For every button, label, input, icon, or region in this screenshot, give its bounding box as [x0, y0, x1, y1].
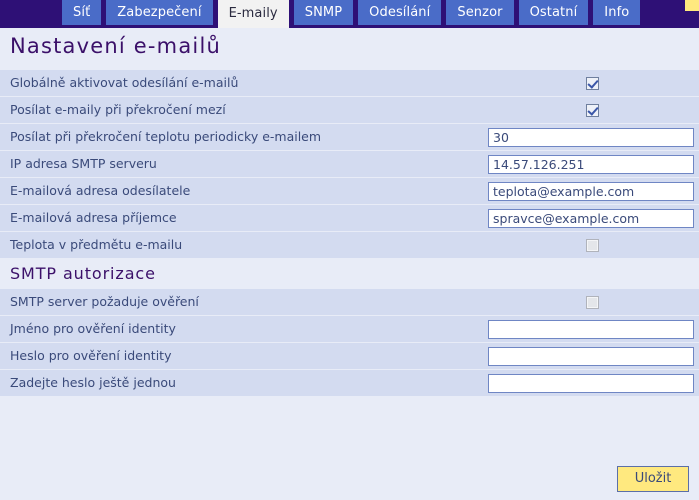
- email-settings-form: Globálně aktivovat odesílání e-mailů Posí…: [0, 70, 699, 397]
- form-row: Posílat e-maily při překročení mezí: [0, 97, 699, 123]
- row-label: Zadejte heslo ještě jednou: [10, 375, 176, 390]
- row-control: [488, 370, 694, 396]
- smtp-rows: SMTP server požaduje ověření Jméno pro ov…: [0, 289, 699, 396]
- text-input[interactable]: [488, 319, 694, 339]
- tab-list: Síť Zabezpečení E-maily SNMP Odesílání Senzor…: [62, 0, 645, 28]
- tab-info[interactable]: Info: [593, 0, 641, 25]
- row-control: [0, 70, 699, 96]
- checkbox[interactable]: [586, 103, 599, 117]
- row-label: Jméno pro ověření identity: [10, 321, 176, 336]
- text-input[interactable]: [488, 181, 694, 201]
- form-row: SMTP server požaduje ověření: [0, 289, 699, 315]
- row-control: [0, 97, 699, 123]
- text-input[interactable]: [488, 154, 694, 174]
- row-label: E-mailová adresa odesílatele: [10, 183, 191, 198]
- form-row: Heslo pro ověření identity: [0, 343, 699, 369]
- row-control: [488, 343, 694, 369]
- tab-odes-l-n-[interactable]: Odesílání: [358, 0, 442, 25]
- row-control: [488, 151, 694, 177]
- text-input[interactable]: [488, 208, 694, 228]
- row-control: [0, 232, 699, 258]
- tab-e-maily[interactable]: E-maily: [217, 0, 289, 28]
- row-control: [488, 316, 694, 342]
- smtp-section-header: SMTP autorizace: [0, 259, 699, 289]
- row-label: Heslo pro ověření identity: [10, 348, 172, 363]
- tab-snmp[interactable]: SNMP: [293, 0, 354, 25]
- smtp-section-title: SMTP autorizace: [10, 264, 156, 283]
- tab-senzor[interactable]: Senzor: [446, 0, 514, 25]
- row-control: [488, 205, 694, 231]
- row-label: E-mailová adresa příjemce: [10, 210, 177, 225]
- form-row: Posílat při překročení teplotu periodick…: [0, 124, 699, 150]
- form-row: Jméno pro ověření identity: [0, 316, 699, 342]
- tab-ostatn-[interactable]: Ostatní: [518, 0, 589, 25]
- checkbox: [586, 238, 599, 252]
- tab-zabezpe-en-[interactable]: Zabezpečení: [106, 0, 213, 25]
- corner-marker: [685, 0, 699, 11]
- row-control: [0, 289, 699, 315]
- tab-s-[interactable]: Síť: [62, 0, 102, 25]
- row-control: [488, 124, 694, 150]
- form-row: IP adresa SMTP serveru: [0, 151, 699, 177]
- form-row: E-mailová adresa příjemce: [0, 205, 699, 231]
- text-input[interactable]: [488, 127, 694, 147]
- tab-bar: Síť Zabezpečení E-maily SNMP Odesílání Senzor…: [0, 0, 699, 28]
- form-row: Globálně aktivovat odesílání e-mailů: [0, 70, 699, 96]
- text-input[interactable]: [488, 346, 694, 366]
- form-row: Teplota v předmětu e-mailu: [0, 232, 699, 258]
- text-input[interactable]: [488, 373, 694, 393]
- checkbox[interactable]: [586, 76, 599, 90]
- form-row: E-mailová adresa odesílatele: [0, 178, 699, 204]
- row-label: Posílat při překročení teplotu periodick…: [10, 129, 322, 144]
- page-title: Nastavení e-mailů: [10, 34, 221, 58]
- checkbox: [586, 295, 599, 309]
- row-label: IP adresa SMTP serveru: [10, 156, 157, 171]
- general-rows: Globálně aktivovat odesílání e-mailů Posí…: [0, 70, 699, 258]
- form-row: Zadejte heslo ještě jednou: [0, 370, 699, 396]
- row-control: [488, 178, 694, 204]
- save-button[interactable]: Uložit: [617, 466, 689, 492]
